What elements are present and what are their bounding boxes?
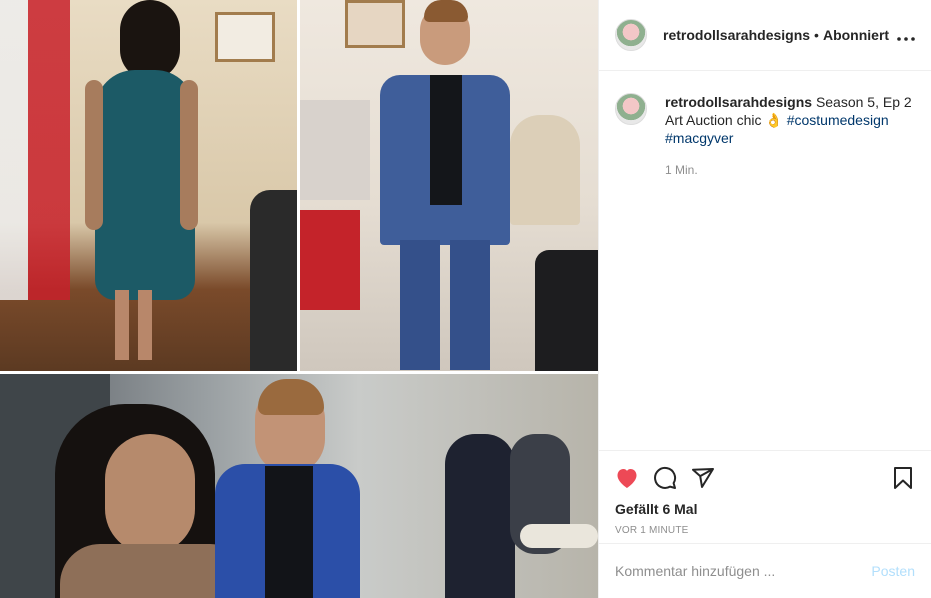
hashtag-costumedesign[interactable]: #costumedesign: [787, 112, 889, 128]
instagram-post: retrodollsarahdesigns • Abonniert retrod…: [0, 0, 931, 598]
caption-avatar[interactable]: [615, 93, 647, 125]
post-sidebar: retrodollsarahdesigns • Abonniert retrod…: [598, 0, 931, 598]
likes-count[interactable]: Gefällt 6 Mal: [599, 497, 931, 517]
comment-input[interactable]: [615, 563, 872, 579]
more-horizontal-icon[interactable]: [897, 25, 915, 46]
comment-box: Posten: [599, 543, 931, 598]
post-caption: retrodollsarahdesigns Season 5, Ep 2 Art…: [599, 71, 931, 179]
hashtag-macgyver[interactable]: #macgyver: [665, 130, 733, 146]
share-icon[interactable]: [691, 466, 715, 490]
photo-man-blue-suit: [300, 0, 598, 371]
bookmark-icon[interactable]: [891, 466, 915, 490]
header-separator: •: [814, 27, 819, 43]
caption-body: retrodollsarahdesigns Season 5, Ep 2 Art…: [665, 93, 915, 179]
avatar[interactable]: [615, 19, 647, 51]
comment-icon[interactable]: [653, 466, 677, 490]
photo-tv-scene: [0, 374, 598, 598]
header-username[interactable]: retrodollsarahdesigns: [663, 27, 810, 43]
action-bar: [599, 451, 931, 497]
caption-time: 1 Min.: [665, 163, 698, 177]
heart-filled-icon[interactable]: [615, 466, 639, 490]
post-comment-button[interactable]: Posten: [871, 563, 915, 579]
post-image[interactable]: [0, 0, 598, 598]
post-header: retrodollsarahdesigns • Abonniert: [599, 0, 931, 71]
caption-username[interactable]: retrodollsarahdesigns: [665, 94, 812, 110]
photo-woman-teal-dress: [0, 0, 297, 371]
follow-status-button[interactable]: Abonniert: [823, 27, 889, 43]
posted-ago: VOR 1 MINUTE: [615, 525, 689, 536]
post-actions-section: Gefällt 6 Mal VOR 1 MINUTE: [599, 450, 931, 536]
